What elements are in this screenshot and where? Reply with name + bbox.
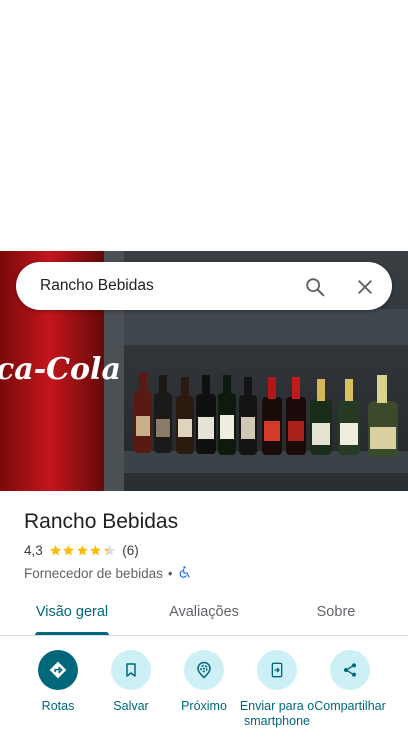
share-icon	[330, 650, 370, 690]
action-bar: Rotas Salvar Próximo Enviar para o smart…	[0, 650, 408, 742]
star-icon	[49, 545, 61, 556]
map-blank-area	[0, 0, 408, 251]
directions-icon	[38, 650, 78, 690]
send-to-phone-label: Enviar para o smartphone	[239, 699, 315, 728]
nearby-button[interactable]: Próximo	[164, 650, 244, 714]
send-to-phone-icon	[257, 650, 297, 690]
tab-reviews[interactable]: Avaliações	[154, 592, 254, 636]
search-icon[interactable]	[300, 272, 330, 302]
wheelchair-accessible-icon	[178, 565, 191, 582]
star-icon	[90, 545, 102, 556]
rating-value: 4,3	[24, 543, 43, 558]
category-row: Fornecedor de bebidas •	[24, 565, 191, 582]
active-tab-indicator	[35, 632, 109, 635]
share-button[interactable]: Compartilhar	[310, 650, 390, 714]
review-count[interactable]: (6)	[122, 543, 139, 558]
share-label: Compartilhar	[314, 699, 386, 713]
rating-row[interactable]: 4,3 (6)	[24, 543, 139, 558]
save-button[interactable]: Salvar	[91, 650, 171, 714]
send-to-phone-button[interactable]: Enviar para o smartphone	[237, 650, 317, 729]
tab-overview[interactable]: Visão geral	[22, 592, 122, 636]
star-icon	[63, 545, 75, 556]
bookmark-icon	[111, 650, 151, 690]
place-info: Rancho Bebidas 4,3 (6) Fornecedor de beb…	[24, 509, 394, 581]
search-bar[interactable]: Rancho Bebidas	[16, 262, 392, 310]
nearby-icon	[184, 650, 224, 690]
place-category: Fornecedor de bebidas	[24, 566, 163, 581]
star-icon	[103, 545, 115, 556]
star-rating	[49, 544, 117, 557]
search-input[interactable]: Rancho Bebidas	[40, 277, 154, 295]
save-label: Salvar	[113, 699, 149, 713]
nearby-label: Próximo	[181, 699, 227, 713]
directions-button[interactable]: Rotas	[18, 650, 98, 714]
tab-bar: Visão geral Avaliações Sobre	[0, 592, 408, 636]
coca-cola-logo: ca-Cola	[0, 352, 121, 387]
separator: •	[167, 566, 173, 581]
star-icon	[76, 545, 88, 556]
close-icon[interactable]	[350, 272, 380, 302]
place-title: Rancho Bebidas	[24, 510, 179, 533]
tab-about[interactable]: Sobre	[296, 592, 376, 636]
directions-label: Rotas	[41, 699, 75, 713]
